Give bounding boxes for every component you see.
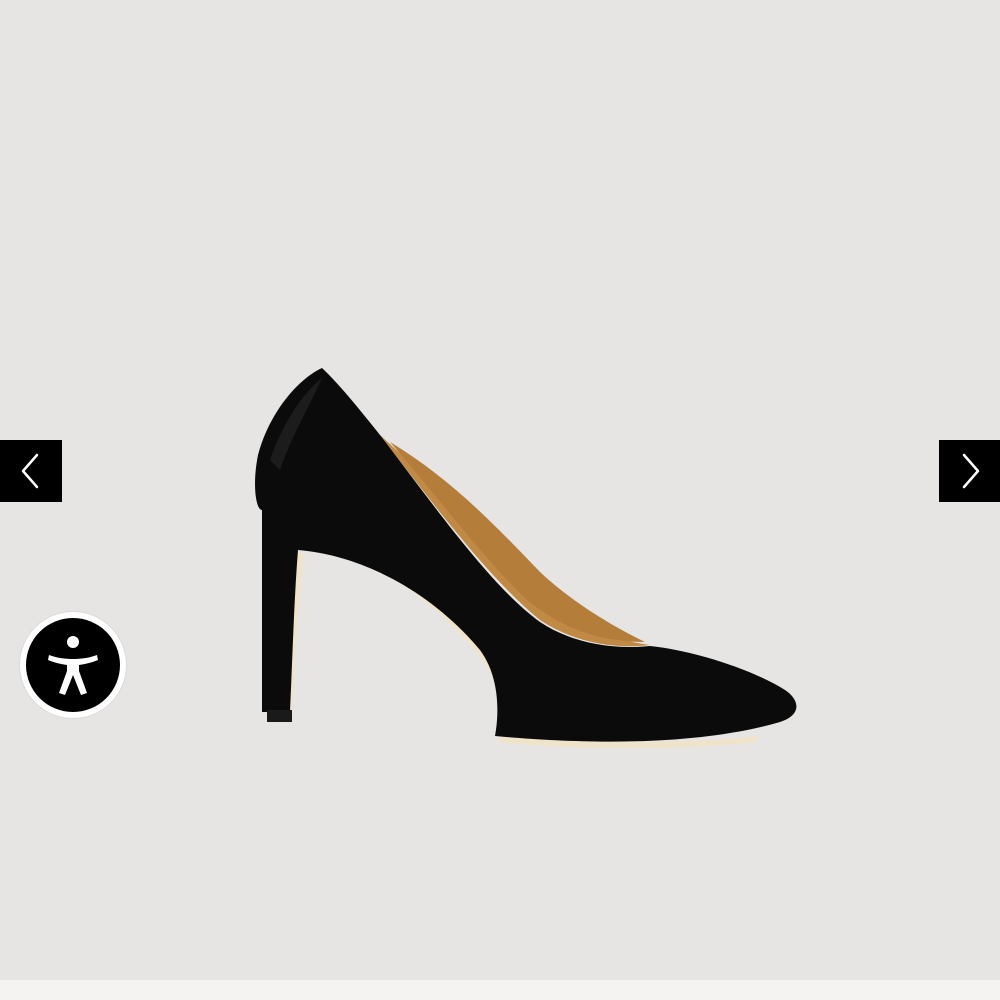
chevron-left-icon [21,453,39,489]
accessibility-widget-inner [26,618,120,712]
shoe-upper [255,368,797,742]
gallery-next-button[interactable] [939,440,1000,502]
product-gallery-viewport [0,0,1000,1000]
page-bottom-edge [0,980,1000,1000]
shoe-heel-tip [267,710,292,722]
accessibility-person-icon [48,636,98,695]
product-image-gallery [0,0,1000,980]
product-image[interactable] [240,350,820,760]
gallery-prev-button[interactable] [0,440,62,502]
accessibility-widget-button[interactable] [20,612,126,718]
chevron-right-icon [962,453,980,489]
